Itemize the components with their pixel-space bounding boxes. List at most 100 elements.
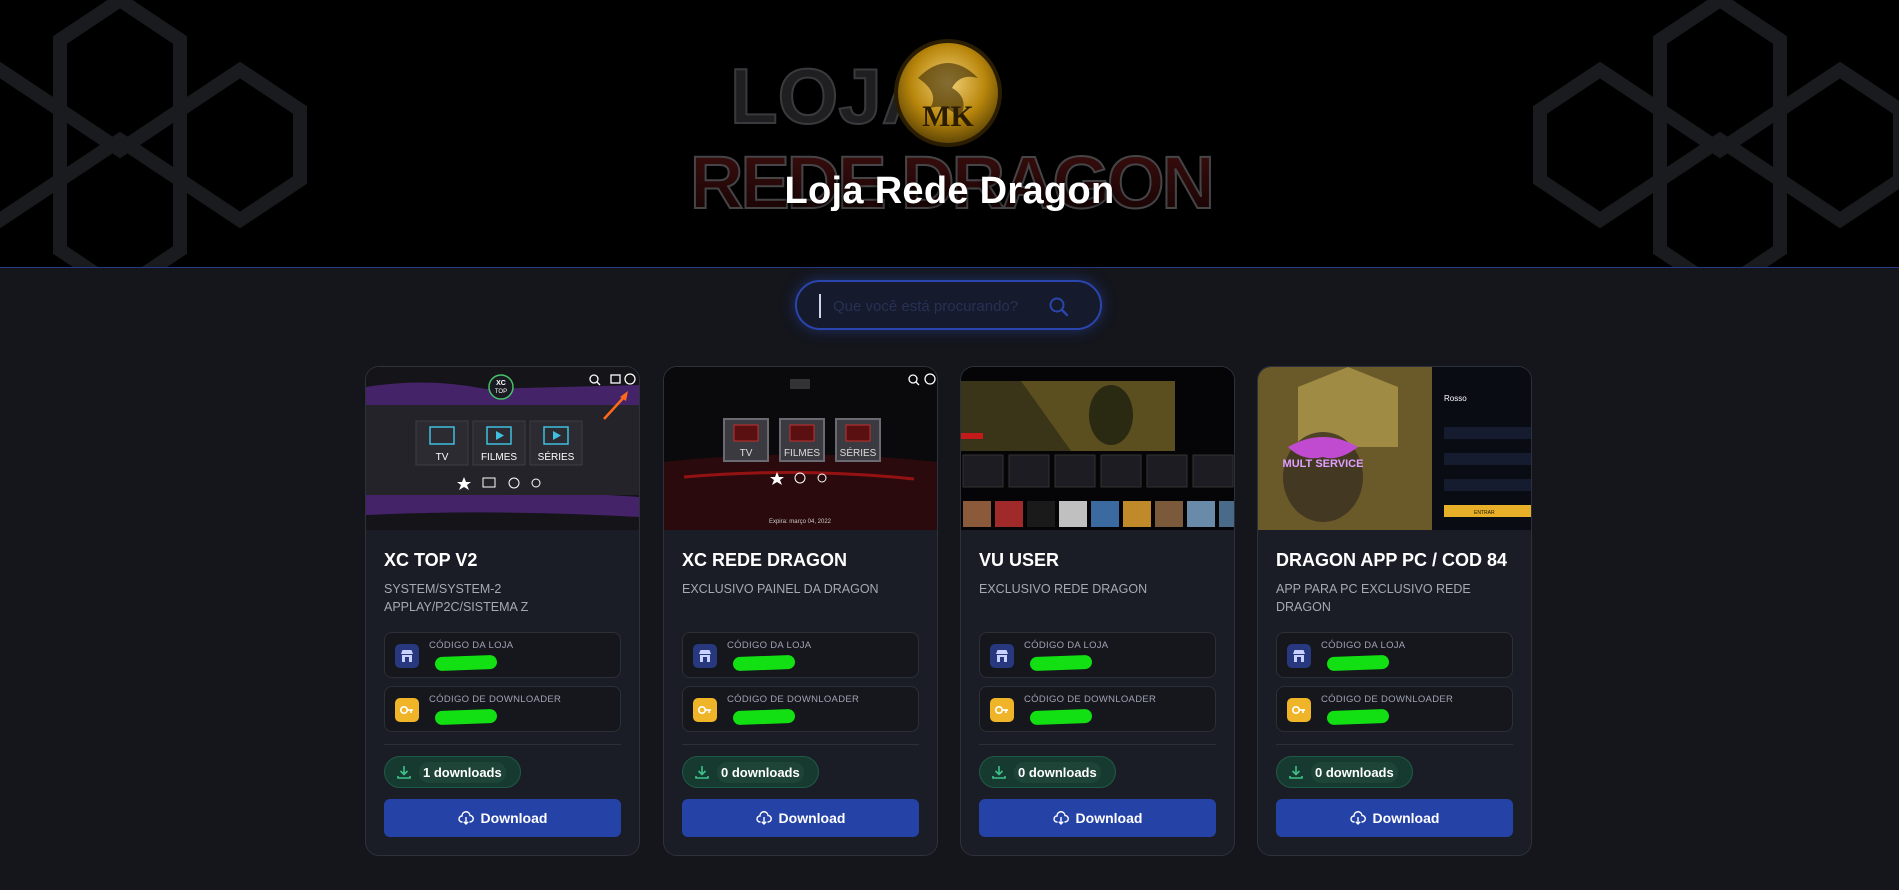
svg-text:XC: XC <box>496 380 506 387</box>
download-button[interactable]: Download <box>979 799 1216 837</box>
downloader-code-label: CÓDIGO DE DOWNLOADER <box>429 694 562 705</box>
store-icon <box>990 644 1014 668</box>
store-code-box: CÓDIGO DA LOJA <box>1276 632 1513 678</box>
cloud-download-icon <box>1349 811 1366 825</box>
store-code-label: CÓDIGO DA LOJA <box>727 640 812 651</box>
cloud-download-icon <box>1052 811 1069 825</box>
svg-text:TV: TV <box>436 452 449 463</box>
card-description: APP PARA PC EXCLUSIVO REDE DRAGON <box>1276 582 1471 614</box>
downloader-code-label: CÓDIGO DE DOWNLOADER <box>1321 694 1454 705</box>
download-button[interactable]: Download <box>384 799 621 837</box>
svg-text:SÉRIES: SÉRIES <box>840 446 877 459</box>
store-code-value <box>1321 654 1431 672</box>
redaction-mark <box>434 654 498 672</box>
product-thumbnail[interactable]: TV FILMES SÉRIES Expira: março 04, 2022 <box>664 367 937 530</box>
product-card: VU USER EXCLUSIVO REDE DRAGON CÓDIGO DA … <box>960 366 1235 856</box>
downloader-code-value <box>727 708 837 726</box>
product-thumbnail[interactable]: XC TOP TV FILMES SÉRIES <box>366 367 639 530</box>
download-count-badge: 0 downloads <box>1276 756 1413 788</box>
downloader-code-box: CÓDIGO DE DOWNLOADER <box>384 686 621 732</box>
site-title: Loja Rede Dragon <box>784 170 1115 212</box>
key-icon <box>990 698 1014 722</box>
downloader-code-box: CÓDIGO DE DOWNLOADER <box>682 686 919 732</box>
svg-text:FILMES: FILMES <box>784 448 820 459</box>
store-code-value <box>1024 654 1134 672</box>
downloader-code-value <box>429 708 539 726</box>
download-button-label: Download <box>480 810 548 826</box>
svg-text:SÉRIES: SÉRIES <box>538 450 575 463</box>
svg-text:TV: TV <box>740 448 753 459</box>
store-code-box: CÓDIGO DA LOJA <box>979 632 1216 678</box>
download-button-label: Download <box>1372 810 1440 826</box>
svg-text:FILMES: FILMES <box>481 452 517 463</box>
download-button-label: Download <box>778 810 846 826</box>
thumb-login-button: ENTRAR <box>1474 510 1495 516</box>
store-code-label: CÓDIGO DA LOJA <box>1024 640 1109 651</box>
key-icon <box>395 698 419 722</box>
download-count: 0 downloads <box>1014 761 1101 783</box>
divider <box>979 744 1216 745</box>
card-title: VU USER <box>979 550 1060 570</box>
redaction-mark <box>732 654 796 672</box>
product-thumbnail[interactable] <box>961 367 1234 530</box>
store-code-label: CÓDIGO DA LOJA <box>429 640 514 651</box>
download-button[interactable]: Download <box>682 799 919 837</box>
download-count: 0 downloads <box>717 761 804 783</box>
svg-text:TOP: TOP <box>495 389 507 395</box>
download-button-label: Download <box>1075 810 1143 826</box>
redaction-mark <box>434 708 498 726</box>
product-card: TV FILMES SÉRIES Expira: março 04, 2022 … <box>663 366 938 856</box>
store-code-label: CÓDIGO DA LOJA <box>1321 640 1406 651</box>
thumb-brand: MULT SERVICE <box>1283 458 1364 470</box>
card-description: EXCLUSIVO REDE DRAGON <box>979 582 1148 596</box>
store-code-value <box>429 654 539 672</box>
product-card: MULT SERVICE Rosso ENTRAR DRAGON APP PC … <box>1257 366 1532 856</box>
redaction-mark <box>1326 708 1390 726</box>
divider <box>1276 744 1513 745</box>
downloader-code-value <box>1024 708 1134 726</box>
search-bar <box>795 280 1102 330</box>
downloader-code-label: CÓDIGO DE DOWNLOADER <box>727 694 860 705</box>
download-count-badge: 0 downloads <box>979 756 1116 788</box>
product-thumbnail[interactable]: MULT SERVICE Rosso ENTRAR <box>1258 367 1531 530</box>
thumb-expiry: Expira: março 04, 2022 <box>769 519 832 525</box>
downloader-code-box: CÓDIGO DE DOWNLOADER <box>1276 686 1513 732</box>
download-count: 1 downloads <box>419 761 506 783</box>
downloader-code-value <box>1321 708 1431 726</box>
redaction-mark <box>732 708 796 726</box>
download-count-badge: 1 downloads <box>384 756 521 788</box>
svg-text:MK: MK <box>922 100 974 133</box>
thumb-login-title: Rosso <box>1444 394 1467 403</box>
cloud-download-icon <box>755 811 772 825</box>
hero-banner: LOJA REDE DRAGON MK Loja Rede Dragon <box>0 0 1899 268</box>
key-icon <box>1287 698 1311 722</box>
download-button[interactable]: Download <box>1276 799 1513 837</box>
download-icon <box>695 766 709 779</box>
card-title: XC TOP V2 <box>384 550 478 570</box>
downloader-code-box: CÓDIGO DE DOWNLOADER <box>979 686 1216 732</box>
redaction-mark <box>1326 654 1390 672</box>
store-code-value <box>727 654 837 672</box>
card-title: XC REDE DRAGON <box>682 550 848 570</box>
download-count-badge: 0 downloads <box>682 756 819 788</box>
download-count: 0 downloads <box>1311 761 1398 783</box>
product-card: XC TOP TV FILMES SÉRIES XC TOP V2 SYSTEM… <box>365 366 640 856</box>
card-description: EXCLUSIVO PAINEL DA DRAGON <box>682 582 879 596</box>
card-title: DRAGON APP PC / COD 84 <box>1276 550 1508 570</box>
store-code-box: CÓDIGO DA LOJA <box>682 632 919 678</box>
redaction-mark <box>1029 654 1093 672</box>
store-icon <box>693 644 717 668</box>
divider <box>384 744 621 745</box>
cloud-download-icon <box>457 811 474 825</box>
search-input[interactable] <box>819 294 1039 318</box>
download-icon <box>397 766 411 779</box>
divider <box>682 744 919 745</box>
redaction-mark <box>1029 708 1093 726</box>
store-code-box: CÓDIGO DA LOJA <box>384 632 621 678</box>
store-icon <box>395 644 419 668</box>
download-icon <box>992 766 1006 779</box>
key-icon <box>693 698 717 722</box>
search-icon[interactable] <box>1047 295 1071 319</box>
download-icon <box>1289 766 1303 779</box>
card-description: SYSTEM/SYSTEM-2 APPLAY/P2C/SISTEMA Z <box>384 582 529 614</box>
